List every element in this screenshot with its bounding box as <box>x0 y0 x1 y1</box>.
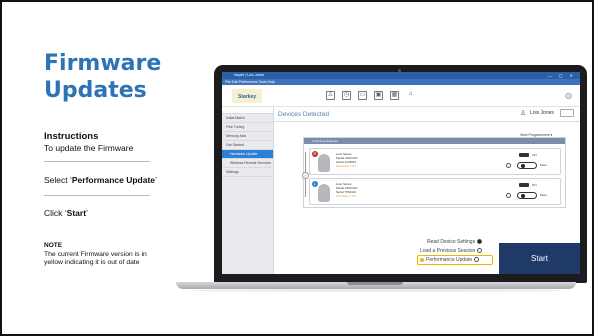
header-buttons[interactable] <box>560 109 574 117</box>
radio-performance[interactable] <box>474 257 480 263</box>
performance-dot-icon <box>420 257 424 262</box>
step2-suffix: ’ <box>86 208 88 218</box>
step1-bold: Performance Update <box>71 175 156 185</box>
sidebar-item-settings[interactable]: Settings <box>222 168 273 177</box>
device-info: Livio Series Model 2400 RIC Serial 76543… <box>336 182 358 198</box>
toolbar: Starkey ♙ ◷ ▭ ▣ ▦ ♫ ◍ <box>222 85 580 107</box>
right-side-badge: R <box>312 151 318 157</box>
step1-suffix: ’ <box>155 175 157 185</box>
devices-panel-header: 2 Devices Detected <box>304 138 565 144</box>
slide-frame: Firmware Updates Instructions To update … <box>0 0 594 336</box>
start-button[interactable]: Start <box>499 243 580 274</box>
device-card-left[interactable]: L Livio Series Model 2400 RIC Serial 765… <box>309 178 561 205</box>
window-titlebar: Inspire | Lois Jones — ▢ ✕ <box>222 72 580 79</box>
note-heading: NOTE <box>44 242 63 249</box>
step2-prefix: Click ‘ <box>44 208 67 218</box>
mute-toggle-knob <box>521 164 525 168</box>
power-switch[interactable] <box>519 183 529 187</box>
laptop-shadow <box>188 289 566 292</box>
save-icon[interactable]: ▣ <box>374 91 383 100</box>
patient-name[interactable]: Lois Jones <box>530 110 554 116</box>
laptop-notch <box>347 282 403 285</box>
sidebar-item-wireless-remote[interactable]: Wireless Remote Services <box>222 159 273 168</box>
option-load-label: Load a Previous Session <box>420 248 476 254</box>
option-performance-update[interactable]: Performance Update <box>420 257 480 263</box>
mute-label: Mute <box>540 193 547 197</box>
pair-link-icon[interactable]: ✓ <box>302 172 309 179</box>
mute-label: Mute <box>540 163 547 167</box>
folder-icon[interactable]: ▭ <box>358 91 367 100</box>
sidebar: Initial Match Fine Tuning Memory Aids Ge… <box>222 107 274 274</box>
device-firmware: Firmware 1.0.2 <box>336 164 357 168</box>
sidebar-item-get-started[interactable]: Get Started <box>222 141 273 150</box>
option-load-session[interactable]: Load a Previous Session <box>420 248 483 254</box>
option-read-label: Read Device Settings <box>427 239 476 245</box>
step-click-start: Click ‘Start’ <box>44 208 88 218</box>
help-icon[interactable]: ◍ <box>565 91 572 100</box>
mute-toggle[interactable] <box>517 162 537 169</box>
sidebar-item-memory-aids[interactable]: Memory Aids <box>222 132 273 141</box>
device-card-right[interactable]: R Livio Series Model 2400 RIC Serial 123… <box>309 148 561 175</box>
sidebar-item-fine-tuning[interactable]: Fine Tuning <box>222 123 273 132</box>
note-text: The current Firmware version is in yello… <box>44 251 147 267</box>
person-icon[interactable]: ♙ <box>326 91 335 100</box>
select-check[interactable] <box>506 193 511 198</box>
radio-read[interactable] <box>477 239 483 245</box>
slide-title: Firmware Updates <box>44 50 184 104</box>
step2-bold: Start <box>66 208 87 218</box>
header-divider <box>274 121 580 122</box>
hearing-aid-icon <box>318 154 330 172</box>
device-info: Livio Series Model 2400 RIC Serial 12345… <box>336 152 358 168</box>
calendar-icon[interactable]: ▦ <box>390 91 399 100</box>
left-side-badge: L <box>312 181 318 187</box>
option-read-settings[interactable]: Read Device Settings <box>427 239 483 245</box>
divider <box>44 195 150 196</box>
sidebar-item-hardware-update[interactable]: Hardware Update <box>222 150 273 159</box>
window-controls[interactable]: — ▢ ✕ <box>548 72 576 79</box>
step-select-performance: Select ‘Performance Update’ <box>44 175 157 185</box>
sidebar-item-initial-match[interactable]: Initial Match <box>222 114 273 123</box>
radio-load[interactable] <box>477 248 483 254</box>
option-performance-label: Performance Update <box>426 257 473 263</box>
title-line-2: Updates <box>44 78 147 103</box>
devices-panel: 2 Devices Detected R Livio Series Model … <box>303 137 566 208</box>
screen-title: Devices Detected <box>278 111 329 118</box>
power-switch-label: ON <box>532 153 537 157</box>
divider <box>44 161 150 162</box>
signal-icon[interactable]: ♫ <box>406 91 415 100</box>
mute-toggle-knob <box>521 194 525 198</box>
sidebar-spacer <box>222 107 273 114</box>
window-title: Inspire | Lois Jones <box>234 73 265 77</box>
starkey-logo: Starkey <box>232 89 262 103</box>
step1-prefix: Select ‘ <box>44 175 72 185</box>
select-check[interactable] <box>506 163 511 168</box>
instructions-text: To update the Firmware <box>44 143 134 153</box>
device-firmware: Firmware 1.0.2 <box>336 194 357 198</box>
laptop-screen: Inspire | Lois Jones — ▢ ✕ File Edit Pre… <box>222 72 580 274</box>
title-line-1: Firmware <box>44 51 162 76</box>
clock-icon[interactable]: ◷ <box>342 91 351 100</box>
power-switch-label: ON <box>532 183 537 187</box>
mute-toggle[interactable] <box>517 192 537 199</box>
hearing-aid-icon <box>318 184 330 202</box>
instructions-heading: Instructions <box>44 131 99 142</box>
user-icon: ♙ <box>520 110 527 117</box>
power-switch[interactable] <box>519 153 529 157</box>
